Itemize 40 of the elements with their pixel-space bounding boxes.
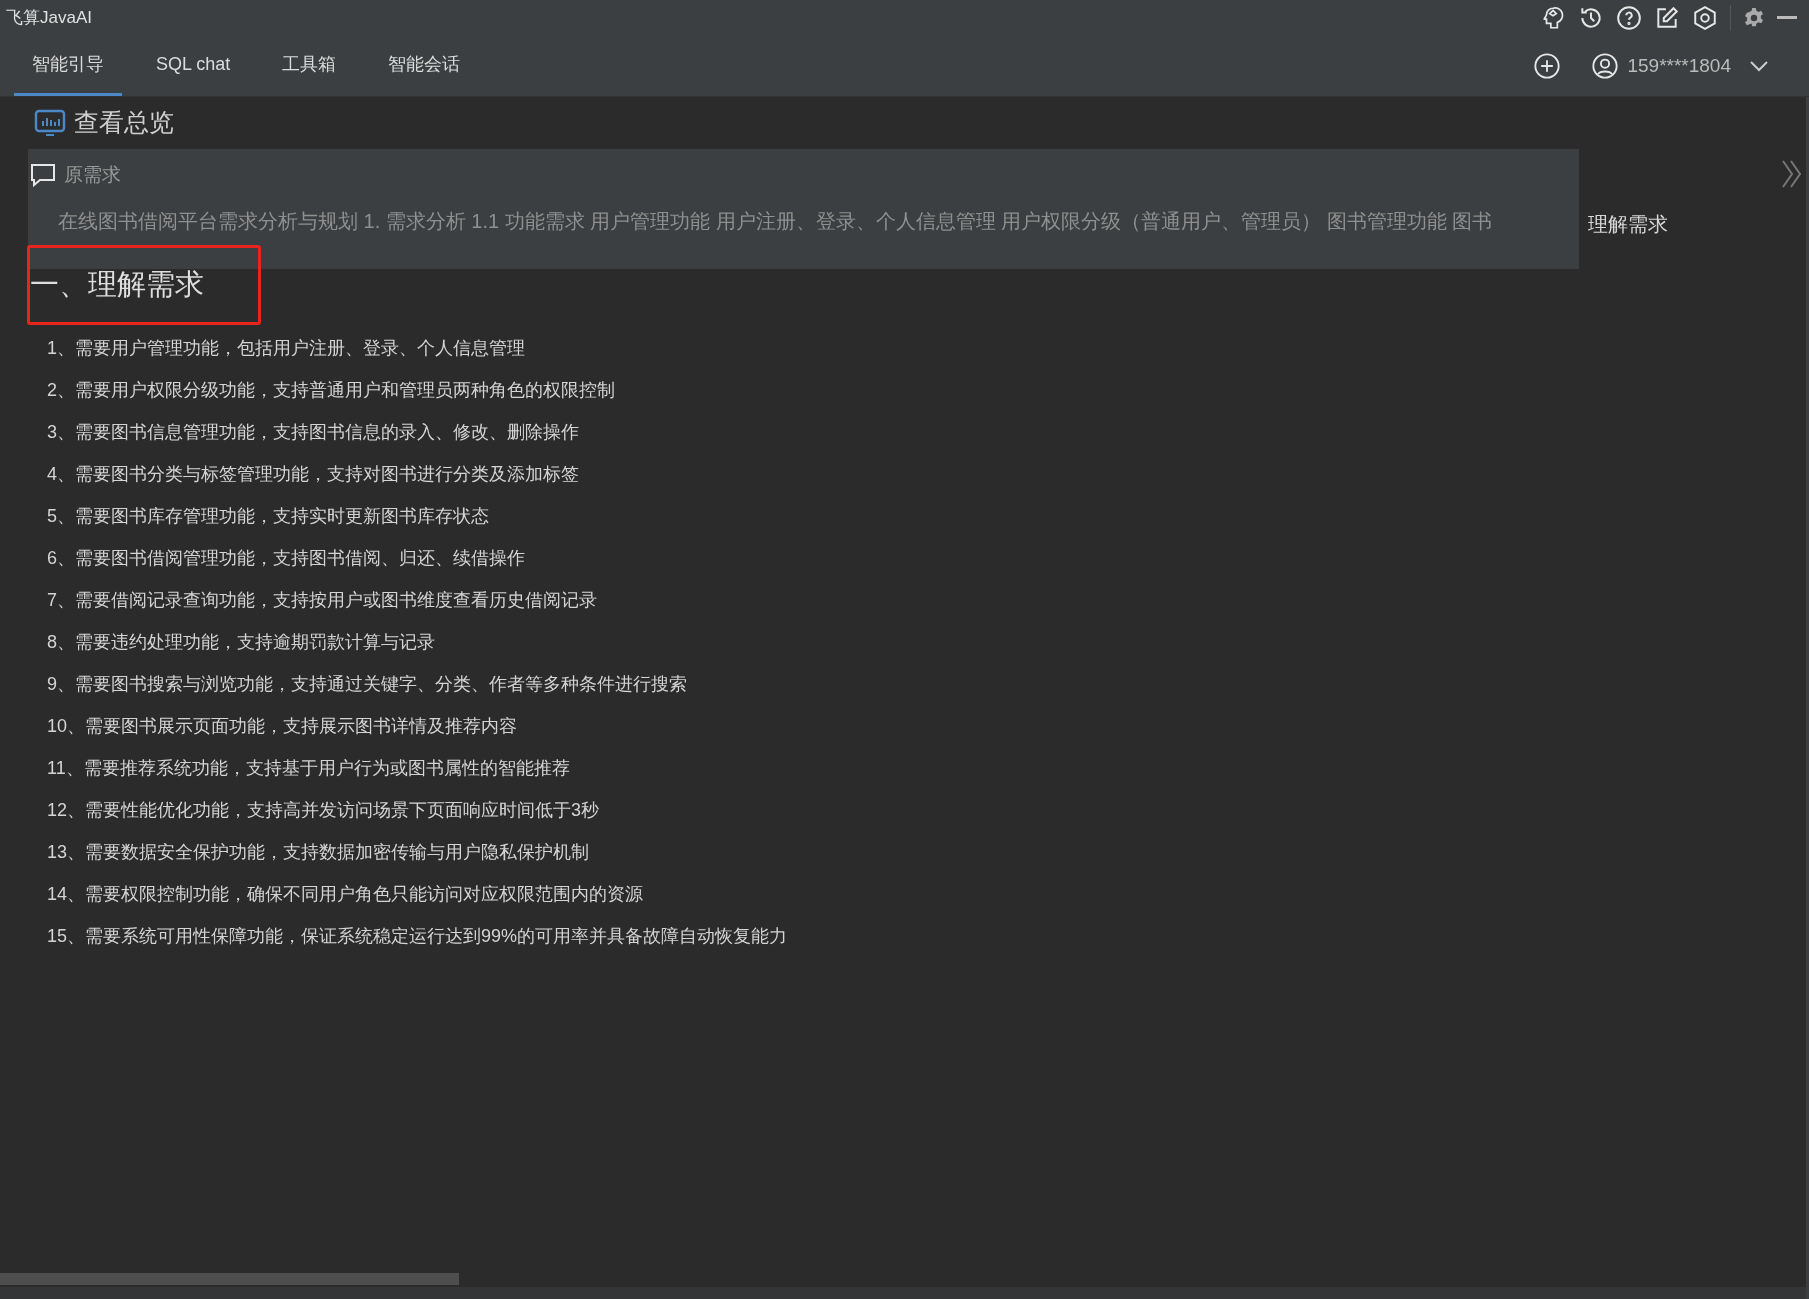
account-name[interactable]: 159****1804 bbox=[1627, 51, 1731, 81]
tab[interactable]: 智能引导 bbox=[14, 36, 122, 96]
add-icon[interactable] bbox=[1533, 52, 1562, 80]
requirement-side-label: 理解需求 bbox=[1588, 212, 1668, 237]
requirement-item: 5、需要图书库存管理功能，支持实时更新图书库存状态 bbox=[47, 505, 490, 528]
user-icon[interactable] bbox=[1591, 52, 1620, 80]
chevron-down-icon[interactable] bbox=[1749, 60, 1769, 72]
horizontal-scrollbar[interactable] bbox=[0, 1273, 459, 1285]
history-icon[interactable] bbox=[1578, 5, 1604, 31]
requirement-item: 8、需要违约处理功能，支持逾期罚款计算与记录 bbox=[47, 631, 436, 654]
brain-icon[interactable] bbox=[1540, 5, 1566, 31]
section-heading: 一、理解需求 bbox=[30, 266, 204, 304]
hexagon-icon[interactable] bbox=[1692, 5, 1718, 31]
overview-title: 查看总览 bbox=[74, 107, 174, 140]
requirement-item: 14、需要权限控制功能，确保不同用户角色只能访问对应权限范围内的资源 bbox=[47, 883, 645, 906]
requirement-item: 1、需要用户管理功能，包括用户注册、登录、个人信息管理 bbox=[47, 337, 526, 360]
comment-icon bbox=[30, 163, 56, 188]
minimize-icon[interactable] bbox=[1777, 16, 1797, 20]
requirement-item: 15、需要系统可用性保障功能，保证系统稳定运行达到99%的可用率并具备故障自动恢复能力 bbox=[47, 925, 789, 948]
tab[interactable]: SQL chat bbox=[138, 36, 249, 96]
requirement-item: 4、需要图书分类与标签管理功能，支持对图书进行分类及添加标签 bbox=[47, 463, 580, 486]
requirement-item: 6、需要图书借阅管理功能，支持图书借阅、归还、续借操作 bbox=[47, 547, 526, 570]
expand-icon[interactable] bbox=[1781, 159, 1803, 189]
help-icon[interactable] bbox=[1616, 5, 1642, 31]
requirement-label: 原需求 bbox=[64, 163, 121, 187]
window-title: 飞算JavaAI bbox=[6, 7, 92, 30]
settings-icon[interactable] bbox=[1743, 7, 1765, 29]
requirement-item: 7、需要借阅记录查询功能，支持按用户或图书维度查看历史借阅记录 bbox=[47, 589, 598, 612]
tab[interactable]: 智能会话 bbox=[370, 36, 479, 96]
tab[interactable]: 工具箱 bbox=[264, 36, 355, 96]
requirement-item: 3、需要图书信息管理功能，支持图书信息的录入、修改、删除操作 bbox=[47, 421, 580, 444]
requirement-item: 12、需要性能优化功能，支持高并发访问场景下页面响应时间低于3秒 bbox=[47, 799, 601, 822]
requirement-text: 在线图书借阅平台需求分析与规划 1. 需求分析 1.1 功能需求 用户管理功能 用户注册、登录、个人信息管理 用户权限分级（普通用户、管理员） 图书管理功能 图书 bbox=[58, 208, 1493, 234]
requirement-item: 9、需要图书搜索与浏览功能，支持通过关键字、分类、作者等多种条件进行搜索 bbox=[47, 673, 688, 696]
requirement-item: 13、需要数据安全保护功能，支持数据加密传输与用户隐私保护机制 bbox=[47, 841, 591, 864]
requirement-item: 10、需要图书展示页面功能，支持展示图书详情及推荐内容 bbox=[47, 715, 519, 738]
requirement-item: 11、需要推荐系统功能，支持基于用户行为或图书属性的智能推荐 bbox=[47, 757, 571, 780]
edit-icon[interactable] bbox=[1654, 5, 1680, 31]
requirement-item: 2、需要用户权限分级功能，支持普通用户和管理员两种角色的权限控制 bbox=[47, 379, 616, 402]
chart-icon bbox=[34, 109, 66, 137]
